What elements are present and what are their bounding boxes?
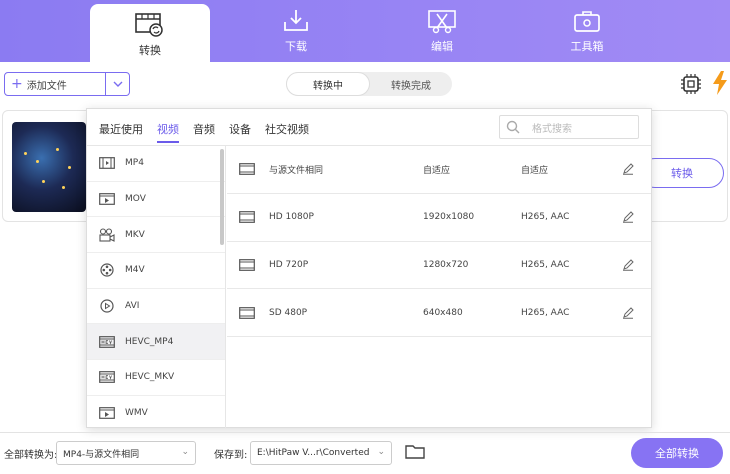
format-list-scrollbar[interactable] xyxy=(220,149,224,245)
format-label: MKV xyxy=(125,229,145,240)
segment-converting[interactable]: 转换中 xyxy=(286,72,370,96)
save-path-value: E:\HitPaw V...r\Converted xyxy=(257,448,370,458)
tab-edit[interactable]: 编辑 xyxy=(382,0,502,62)
lightning-boost-icon[interactable] xyxy=(711,70,730,96)
chevron-down-icon: ⌄ xyxy=(181,447,189,457)
format-panel: 最近使用 视频 音频 设备 社交视频 格式搜索 MP4 MOV MKV M4V … xyxy=(86,108,652,428)
preset-codec: 自适应 xyxy=(521,165,549,176)
preset-resolution: 1920x1080 xyxy=(423,212,475,223)
preset-row[interactable]: HD 1080P 1920x1080 H265, AAC xyxy=(227,194,651,242)
convert-all-button[interactable]: 全部转换 xyxy=(631,438,723,468)
format-item-m4v[interactable]: M4V xyxy=(87,253,225,289)
format-item-mov[interactable]: MOV xyxy=(87,182,225,218)
format-item-wmv[interactable]: WMV xyxy=(87,396,225,428)
tab-toolbox[interactable]: 工具箱 xyxy=(527,0,647,62)
tab-label: 下载 xyxy=(285,40,307,53)
convert-button[interactable]: 转换 xyxy=(640,158,724,188)
tab-recent[interactable]: 最近使用 xyxy=(99,121,143,143)
format-search-input[interactable]: 格式搜索 xyxy=(499,115,639,139)
edit-pencil-icon[interactable] xyxy=(621,259,635,271)
format-item-mkv[interactable]: MKV xyxy=(87,217,225,254)
tab-audio[interactable]: 音频 xyxy=(193,121,215,143)
format-label: HEVC_MP4 xyxy=(125,336,174,347)
preset-resolution: 640x480 xyxy=(423,307,463,318)
preset-codec: H265, AAC xyxy=(521,212,570,223)
status-segmented-control: 转换中 转换完成 xyxy=(286,72,452,96)
play-box-icon xyxy=(99,193,115,205)
tab-convert[interactable]: 转换 xyxy=(90,4,210,62)
play-box-icon xyxy=(99,407,115,420)
preset-name: SD 480P xyxy=(269,307,308,318)
video-thumbnail[interactable] xyxy=(12,122,86,212)
top-nav: 转换 下载 编辑 工具箱 xyxy=(0,0,730,62)
segment-converted[interactable]: 转换完成 xyxy=(370,72,452,96)
preset-resolution: 1280x720 xyxy=(423,259,469,270)
tab-video[interactable]: 视频 xyxy=(157,121,179,143)
tab-label: 工具箱 xyxy=(570,40,604,53)
chevron-down-icon xyxy=(113,81,122,87)
film-reel-icon xyxy=(100,263,114,278)
tab-social-video[interactable]: 社交视频 xyxy=(265,121,309,143)
hevc-icon xyxy=(239,306,255,319)
format-item-avi[interactable]: AVI xyxy=(87,289,225,325)
preset-codec: H265, AAC xyxy=(521,259,570,270)
preset-name: HD 720P xyxy=(269,259,309,270)
format-label: M4V xyxy=(125,265,145,276)
edit-scissors-icon xyxy=(428,10,456,34)
preset-resolution: 自适应 xyxy=(423,165,451,176)
hardware-acceleration-icon[interactable] xyxy=(680,72,702,96)
format-category-tabs: 最近使用 视频 音频 设备 社交视频 xyxy=(99,121,323,143)
preset-codec: H265, AAC xyxy=(521,307,570,318)
search-icon xyxy=(506,120,520,134)
folder-icon[interactable] xyxy=(405,444,425,460)
film-convert-icon xyxy=(135,13,163,37)
format-label: AVI xyxy=(125,301,140,312)
hevc-icon xyxy=(239,211,255,224)
format-label: WMV xyxy=(125,408,148,419)
preset-row[interactable]: HD 720P 1280x720 H265, AAC xyxy=(227,242,651,290)
edit-pencil-icon[interactable] xyxy=(621,211,635,223)
hevc-icon xyxy=(99,371,115,384)
camera-reel-icon xyxy=(99,228,115,242)
chevron-down-icon: ⌄ xyxy=(377,447,385,457)
format-item-hevc-mp4[interactable]: HEVC_MP4 xyxy=(87,324,225,361)
preset-list: 与源文件相同 自适应 自适应 HD 1080P 1920x1080 H265, … xyxy=(227,146,651,338)
preset-name: HD 1080P xyxy=(269,212,314,223)
preset-row[interactable]: 与源文件相同 自适应 自适应 xyxy=(227,146,651,194)
hevc-icon xyxy=(239,163,255,176)
add-file-dropdown[interactable] xyxy=(105,73,129,95)
play-circle-icon xyxy=(100,299,114,313)
search-placeholder: 格式搜索 xyxy=(532,123,572,135)
preset-name: 与源文件相同 xyxy=(269,165,324,176)
save-to-label: 保存到: xyxy=(214,450,248,461)
tab-device[interactable]: 设备 xyxy=(229,121,251,143)
plus-icon: + xyxy=(11,76,23,92)
save-path-select[interactable]: E:\HitPaw V...r\Converted ⌄ xyxy=(250,441,392,465)
film-icon xyxy=(99,157,115,170)
output-format-select[interactable]: MP4-与源文件相同 ⌄ xyxy=(56,441,196,465)
tab-download[interactable]: 下载 xyxy=(236,0,356,62)
add-file-main[interactable]: + 添加文件 xyxy=(5,73,105,95)
add-file-label: 添加文件 xyxy=(26,80,67,92)
edit-pencil-icon[interactable] xyxy=(621,163,635,176)
hevc-icon xyxy=(99,335,115,348)
edit-pencil-icon[interactable] xyxy=(621,307,635,319)
hevc-icon xyxy=(239,259,255,271)
format-list: MP4 MOV MKV M4V AVI HEVC_MP4 HEVC_MKV WM… xyxy=(87,146,226,428)
add-file-button[interactable]: + 添加文件 xyxy=(4,72,130,96)
download-icon xyxy=(284,10,308,31)
toolbox-icon xyxy=(574,11,600,32)
convert-all-to-label: 全部转换为: xyxy=(4,450,58,461)
format-item-hevc-mkv[interactable]: HEVC_MKV xyxy=(87,360,225,396)
format-label: HEVC_MKV xyxy=(125,372,175,383)
output-format-value: MP4-与源文件相同 xyxy=(63,449,140,460)
tab-label: 编辑 xyxy=(431,40,453,53)
tab-label: 转换 xyxy=(139,44,161,57)
format-item-mp4[interactable]: MP4 xyxy=(87,146,225,182)
format-label: MP4 xyxy=(125,158,144,169)
preset-row[interactable]: SD 480P 640x480 H265, AAC xyxy=(227,289,651,338)
format-label: MOV xyxy=(125,194,146,205)
